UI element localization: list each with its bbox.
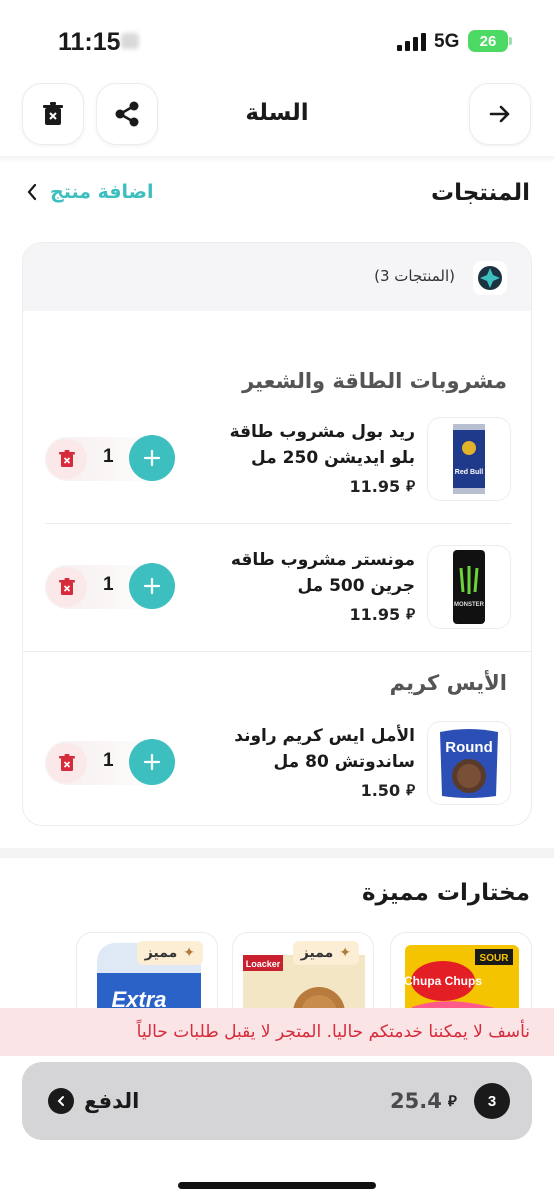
header: السلة bbox=[0, 80, 554, 156]
quantity-value: 1 bbox=[103, 750, 114, 771]
plus-icon bbox=[143, 577, 161, 595]
category-title: مشروبات الطاقة والشعير bbox=[242, 369, 507, 393]
badge-label: مميز bbox=[300, 945, 334, 961]
cart-count-badge: 3 bbox=[474, 1083, 510, 1119]
quantity-value: 1 bbox=[103, 446, 114, 467]
product-image: Red Bull bbox=[427, 417, 511, 501]
chevron-left-icon bbox=[48, 1088, 74, 1114]
sparkle-icon: ✦ bbox=[183, 945, 195, 961]
signal-icon bbox=[397, 33, 426, 51]
remove-item-button[interactable] bbox=[47, 439, 87, 479]
section-separator bbox=[0, 848, 554, 858]
products-heading: المنتجات bbox=[430, 180, 530, 206]
blurred-indicator bbox=[121, 33, 139, 49]
network-type: 5G bbox=[434, 31, 460, 52]
product-label-text: Chupa Chups bbox=[404, 974, 482, 988]
featured-heading: مختارات مميزة bbox=[361, 880, 530, 906]
price-value: 11.95 bbox=[349, 605, 401, 624]
notice-text: نأسف لا يمكننا خدمتكم حاليا. المتجر لا ي… bbox=[136, 1022, 530, 1042]
add-product-link[interactable]: اضافة منتج bbox=[26, 181, 154, 203]
increase-quantity-button[interactable] bbox=[129, 563, 175, 609]
item-divider bbox=[45, 523, 511, 524]
checkout-button[interactable]: 3 25.4 ⃁ الدفع bbox=[22, 1062, 532, 1140]
sparkle-icon: ✦ bbox=[339, 945, 351, 961]
back-button[interactable] bbox=[469, 83, 531, 145]
home-indicator bbox=[178, 1182, 376, 1189]
share-icon bbox=[115, 101, 139, 127]
total-value: 25.4 bbox=[390, 1089, 442, 1113]
category-title: الأيس كريم bbox=[389, 671, 507, 695]
product-label-text: Round bbox=[445, 739, 492, 756]
quantity-stepper: 1 bbox=[45, 739, 175, 785]
header-divider bbox=[0, 156, 554, 162]
badge-label: مميز bbox=[144, 945, 178, 961]
product-price: 11.95 ⃁ bbox=[349, 477, 415, 496]
category-divider bbox=[23, 651, 531, 652]
quantity-stepper: 1 bbox=[45, 435, 175, 481]
currency-icon: ⃁ bbox=[406, 605, 415, 623]
featured-badge: مميز ✦ bbox=[136, 941, 203, 965]
store-logo-icon bbox=[473, 261, 507, 295]
increase-quantity-button[interactable] bbox=[129, 739, 175, 785]
cart-total: 25.4 ⃁ bbox=[390, 1089, 457, 1113]
plus-icon bbox=[143, 449, 161, 467]
cart-item: MONSTER مونستر مشروب طاقه جرين 500 مل 11… bbox=[23, 545, 531, 635]
battery-icon: 26 bbox=[468, 30, 512, 52]
trash-icon bbox=[43, 102, 63, 125]
status-time: 11:15 bbox=[58, 28, 121, 56]
page-title: السلة bbox=[245, 100, 309, 126]
quantity-stepper: 1 bbox=[45, 563, 175, 609]
products-count: (3 المنتجات) bbox=[374, 267, 455, 285]
arrow-right-icon bbox=[489, 105, 510, 123]
price-value: 1.50 bbox=[360, 781, 401, 800]
trash-icon bbox=[59, 450, 75, 467]
trash-icon bbox=[59, 578, 75, 595]
increase-quantity-button[interactable] bbox=[129, 435, 175, 481]
cart-item: Round الأمل ايس كريم راوند ساندوتش 80 مل… bbox=[23, 721, 531, 811]
product-name: الأمل ايس كريم راوند ساندوتش 80 مل bbox=[234, 726, 415, 772]
remove-item-button[interactable] bbox=[47, 567, 87, 607]
add-product-label: اضافة منتج bbox=[50, 181, 154, 203]
product-name: ريد بول مشروب طاقة بلو ايديشن 250 مل bbox=[229, 422, 415, 468]
quantity-value: 1 bbox=[103, 574, 114, 595]
checkout-label: الدفع bbox=[84, 1089, 140, 1113]
cart-item: Red Bull ريد بول مشروب طاقة بلو ايديشن 2… bbox=[23, 417, 531, 507]
share-button[interactable] bbox=[96, 83, 158, 145]
product-image: MONSTER bbox=[427, 545, 511, 629]
product-label-text: Red Bull bbox=[455, 469, 483, 476]
product-label-text: Loacker bbox=[246, 959, 281, 969]
chevron-left-icon bbox=[27, 183, 37, 201]
currency-icon: ⃁ bbox=[447, 1091, 457, 1110]
product-label-text: MONSTER bbox=[454, 602, 485, 608]
product-label-text: SOUR bbox=[480, 953, 510, 964]
price-value: 11.95 bbox=[349, 477, 401, 496]
currency-icon: ⃁ bbox=[406, 477, 415, 495]
product-price: 1.50 ⃁ bbox=[361, 781, 415, 800]
store-closed-notice: نأسف لا يمكننا خدمتكم حاليا. المتجر لا ي… bbox=[0, 1008, 554, 1056]
product-name: مونستر مشروب طاقه جرين 500 مل bbox=[230, 550, 415, 596]
product-price: 11.95 ⃁ bbox=[349, 605, 415, 624]
currency-icon: ⃁ bbox=[406, 781, 415, 799]
plus-icon bbox=[143, 753, 161, 771]
store-header: (3 المنتجات) bbox=[23, 243, 531, 311]
trash-icon bbox=[59, 754, 75, 771]
product-image: Round bbox=[427, 721, 511, 805]
remove-item-button[interactable] bbox=[47, 743, 87, 783]
status-bar: 11:15 5G 26 bbox=[0, 0, 554, 80]
featured-badge: مميز ✦ bbox=[292, 941, 359, 965]
clear-cart-button[interactable] bbox=[22, 83, 84, 145]
cart-card: (3 المنتجات) مشروبات الطاقة والشعير Red … bbox=[22, 242, 532, 826]
